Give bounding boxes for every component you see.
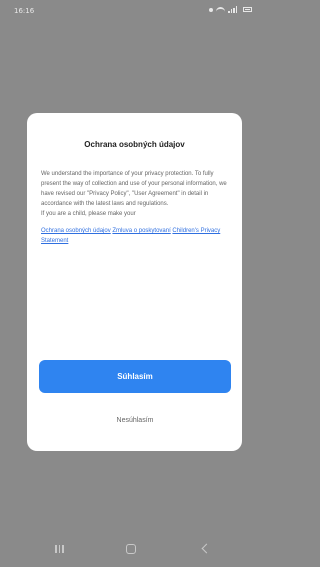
recent-apps-icon[interactable] bbox=[55, 545, 64, 553]
navigation-bar bbox=[0, 534, 264, 567]
wifi-icon bbox=[216, 6, 225, 13]
agree-button[interactable]: Súhlasím bbox=[39, 360, 231, 393]
privacy-description: We understand the importance of your pri… bbox=[41, 171, 227, 207]
status-icons bbox=[209, 6, 252, 13]
policy-links: Ochrana osobných údajov Zmluva o poskyto… bbox=[41, 226, 231, 246]
user-agreement-link[interactable]: Zmluva o poskytovaní bbox=[112, 228, 170, 234]
privacy-dialog: Ochrana osobných údajov We understand th… bbox=[27, 113, 242, 451]
battery-icon bbox=[243, 7, 252, 12]
dialog-title: Ochrana osobných údajov bbox=[84, 140, 185, 149]
back-icon[interactable] bbox=[201, 543, 212, 554]
status-bar: 16:16 bbox=[0, 0, 264, 20]
signal-icon bbox=[228, 6, 237, 13]
privacy-policy-link[interactable]: Ochrana osobných údajov bbox=[41, 228, 111, 234]
home-icon[interactable] bbox=[126, 544, 136, 554]
child-notice: If you are a child, please make your bbox=[41, 211, 136, 217]
dialog-body: We understand the importance of your pri… bbox=[41, 169, 231, 246]
status-time: 16:16 bbox=[14, 7, 35, 15]
notification-dot-icon bbox=[209, 7, 213, 12]
disagree-button[interactable]: Nesúhlasím bbox=[39, 409, 231, 431]
